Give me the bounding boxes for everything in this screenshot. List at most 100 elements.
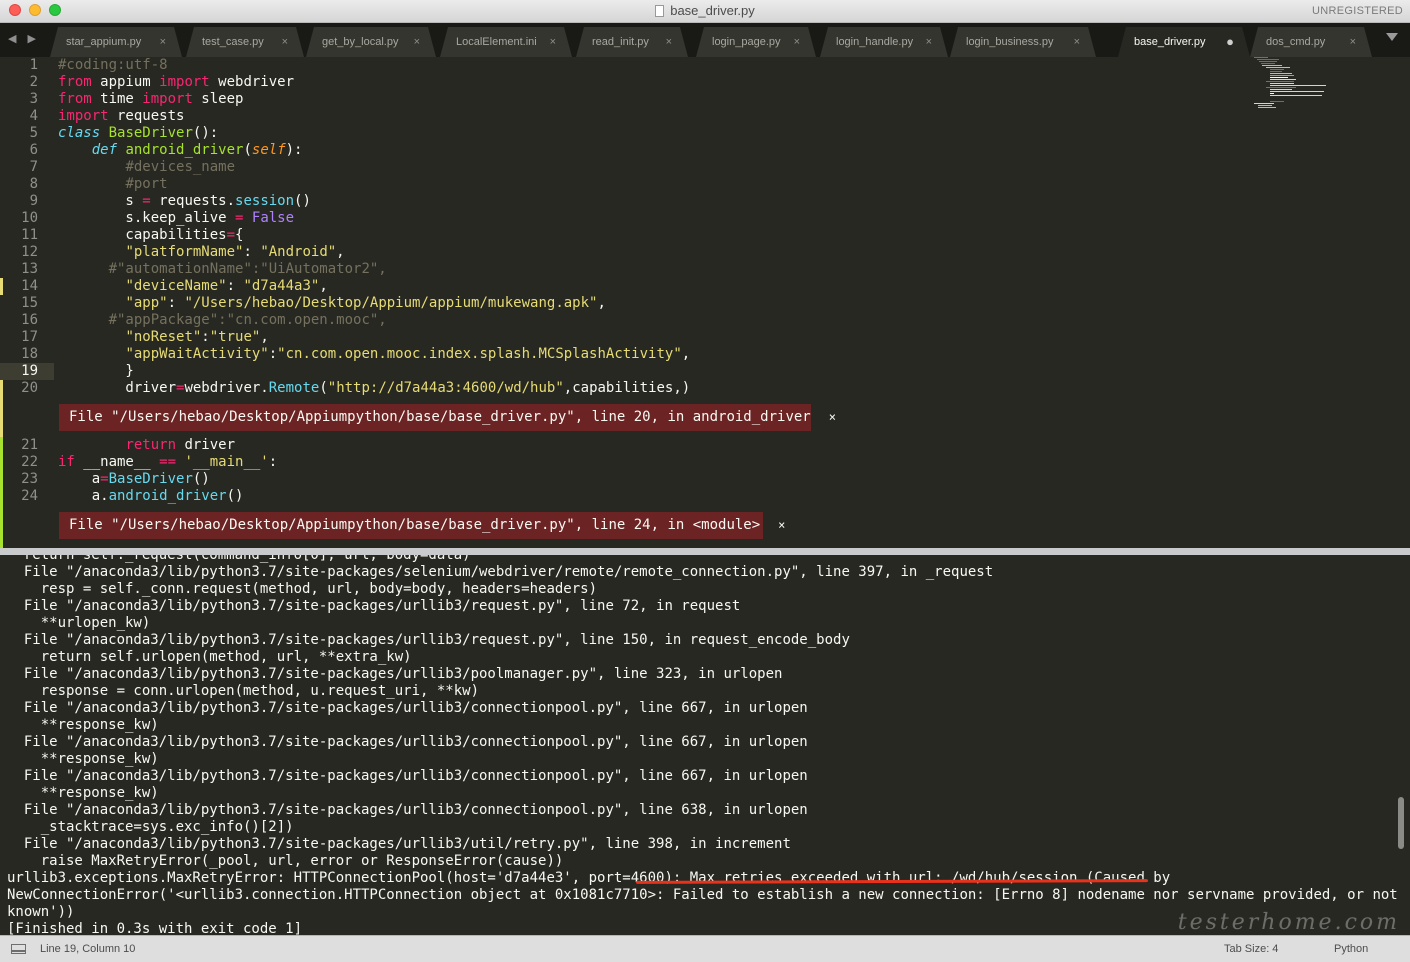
- code-line[interactable]: "deviceName": "d7a44a3",: [58, 278, 328, 295]
- code-token: ,: [260, 329, 269, 345]
- tab-close-icon[interactable]: ×: [666, 27, 672, 57]
- tab-base-driver-py[interactable]: base_driver.py ●: [1118, 27, 1250, 57]
- line-number: 7: [29, 159, 38, 175]
- code-token: a: [58, 471, 101, 487]
- code-token: =: [226, 227, 236, 243]
- output-line: **response_kw): [7, 717, 159, 733]
- tab-nav-arrows[interactable]: ◀ ▶: [8, 32, 40, 45]
- tab-close-icon[interactable]: ×: [1350, 27, 1356, 57]
- panel-splitter[interactable]: [0, 548, 1410, 555]
- code-line[interactable]: from appium import webdriver: [58, 74, 294, 91]
- tab-get-by-local-py[interactable]: get_by_local.py ×: [306, 27, 436, 57]
- code-token: ,: [319, 278, 328, 294]
- editor-scrollbar[interactable]: [1396, 57, 1410, 548]
- unsaved-dot-icon[interactable]: ●: [1226, 27, 1234, 57]
- tab-close-icon[interactable]: ×: [1074, 27, 1080, 57]
- code-line[interactable]: return driver: [58, 437, 235, 454]
- tab-star-appium-py[interactable]: star_appium.py ×: [50, 27, 182, 57]
- output-line: urllib3.exceptions.MaxRetryError: HTTPCo…: [7, 870, 1171, 886]
- code-token: "http://d7a44a3:4600/wd/hub": [327, 380, 564, 396]
- code-token: {: [235, 227, 244, 243]
- tab-label: base_driver.py: [1134, 36, 1206, 48]
- code-token: :: [167, 295, 185, 311]
- tab-test-case-py[interactable]: test_case.py ×: [186, 27, 304, 57]
- code-line[interactable]: "app": "/Users/hebao/Desktop/Appium/appi…: [58, 295, 605, 312]
- code-line[interactable]: #"appPackage":"cn.com.open.mooc",: [58, 312, 387, 329]
- tab-close-icon[interactable]: ×: [282, 27, 288, 57]
- minimap-stroke: [1254, 57, 1268, 58]
- line-number: 8: [29, 176, 38, 192]
- syntax-indicator[interactable]: Python: [1334, 943, 1368, 955]
- code-line[interactable]: }: [58, 363, 133, 380]
- tab-close-icon[interactable]: ×: [550, 27, 556, 57]
- tab-size-indicator[interactable]: Tab Size: 4: [1224, 943, 1278, 955]
- build-output-panel[interactable]: [Finished in 0.3s with exit code 1] known…: [0, 555, 1410, 935]
- code-line[interactable]: #devices_name: [58, 159, 235, 176]
- line-number: 17: [21, 329, 38, 345]
- minimap[interactable]: [1252, 57, 1342, 117]
- line-number: 9: [29, 193, 38, 209]
- code-line[interactable]: s = requests.session(): [58, 193, 310, 210]
- code-line[interactable]: from time import sleep: [58, 91, 243, 108]
- code-token: webdriver: [209, 74, 295, 90]
- tab-dos-cmd-py[interactable]: dos_cmd.py ×: [1250, 27, 1372, 57]
- error-phantom-close-icon[interactable]: ×: [829, 410, 836, 424]
- code-line[interactable]: #"automationName":"UiAutomator2",: [58, 261, 387, 278]
- code-line[interactable]: "noReset":"true",: [58, 329, 269, 346]
- tab-label: LocalElement.ini: [456, 36, 537, 48]
- line-number: 21: [21, 437, 38, 453]
- code-line[interactable]: import requests: [58, 108, 184, 125]
- code-line[interactable]: driver=webdriver.Remote("http://d7a44a3:…: [58, 380, 690, 397]
- code-token: "app": [125, 295, 168, 311]
- code-token: =: [100, 471, 109, 487]
- code-token: s: [58, 193, 143, 209]
- code-token: return: [125, 437, 177, 453]
- tab-read-init-py[interactable]: read_init.py ×: [576, 27, 688, 57]
- tab-list-menu-icon[interactable]: [1386, 33, 1398, 41]
- code-line[interactable]: s.keep_alive = False: [58, 210, 294, 227]
- tab-localelement-ini[interactable]: LocalElement.ini ×: [440, 27, 572, 57]
- panel-toggle-icon[interactable]: [11, 944, 26, 954]
- code-line[interactable]: "appWaitActivity":"cn.com.open.mooc.inde…: [58, 346, 690, 363]
- tab-close-icon[interactable]: ×: [926, 27, 932, 57]
- tab-login-handle-py[interactable]: login_handle.py ×: [820, 27, 948, 57]
- code-line[interactable]: #coding:utf-8: [58, 57, 168, 74]
- code-line[interactable]: class BaseDriver():: [58, 125, 218, 142]
- minimap-stroke: [1270, 95, 1322, 96]
- tab-close-icon[interactable]: ×: [794, 27, 800, 57]
- code-token: "noReset": [125, 329, 202, 345]
- code-line[interactable]: if __name__ == '__main__':: [58, 454, 277, 471]
- output-line: File "/anaconda3/lib/python3.7/site-pack…: [7, 836, 791, 852]
- code-line[interactable]: #port: [58, 176, 167, 193]
- code-editor[interactable]: 1 2 3 4 5 6 7 8 9 10 11 12 13 14 15 16 17 18 19 20 21 22 23 24 …: [0, 57, 1410, 548]
- tab-login-business-py[interactable]: login_business.py ×: [950, 27, 1096, 57]
- minimap-stroke: [1258, 107, 1276, 108]
- code-token: (): [226, 488, 244, 504]
- code-token: :: [268, 454, 278, 470]
- line-number: 22: [21, 454, 38, 470]
- code-token: webdriver.: [184, 380, 269, 396]
- tab-login-page-py[interactable]: login_page.py ×: [696, 27, 816, 57]
- code-line[interactable]: def android_driver(self):: [58, 142, 303, 159]
- code-line[interactable]: a.android_driver(): [58, 488, 244, 505]
- error-phantom-close-icon[interactable]: ×: [778, 518, 785, 532]
- code-token: "true": [209, 329, 261, 345]
- code-token: Remote: [268, 380, 320, 396]
- tab-label: get_by_local.py: [322, 36, 399, 48]
- code-line[interactable]: capabilities={: [58, 227, 243, 244]
- tab-close-icon[interactable]: ×: [414, 27, 420, 57]
- code-token: BaseDriver: [108, 471, 193, 487]
- code-line[interactable]: a=BaseDriver(): [58, 471, 210, 488]
- minimap-stroke: [1261, 63, 1275, 64]
- code-token: sleep: [192, 91, 244, 107]
- tab-close-icon[interactable]: ×: [160, 27, 166, 57]
- code-line[interactable]: "platformName": "Android",: [58, 244, 344, 261]
- output-scrollbar-thumb[interactable]: [1398, 797, 1404, 849]
- code-token: BaseDriver: [108, 125, 193, 141]
- error-phantom-text: File "/Users/hebao/Desktop/Appiumpython/…: [69, 409, 811, 425]
